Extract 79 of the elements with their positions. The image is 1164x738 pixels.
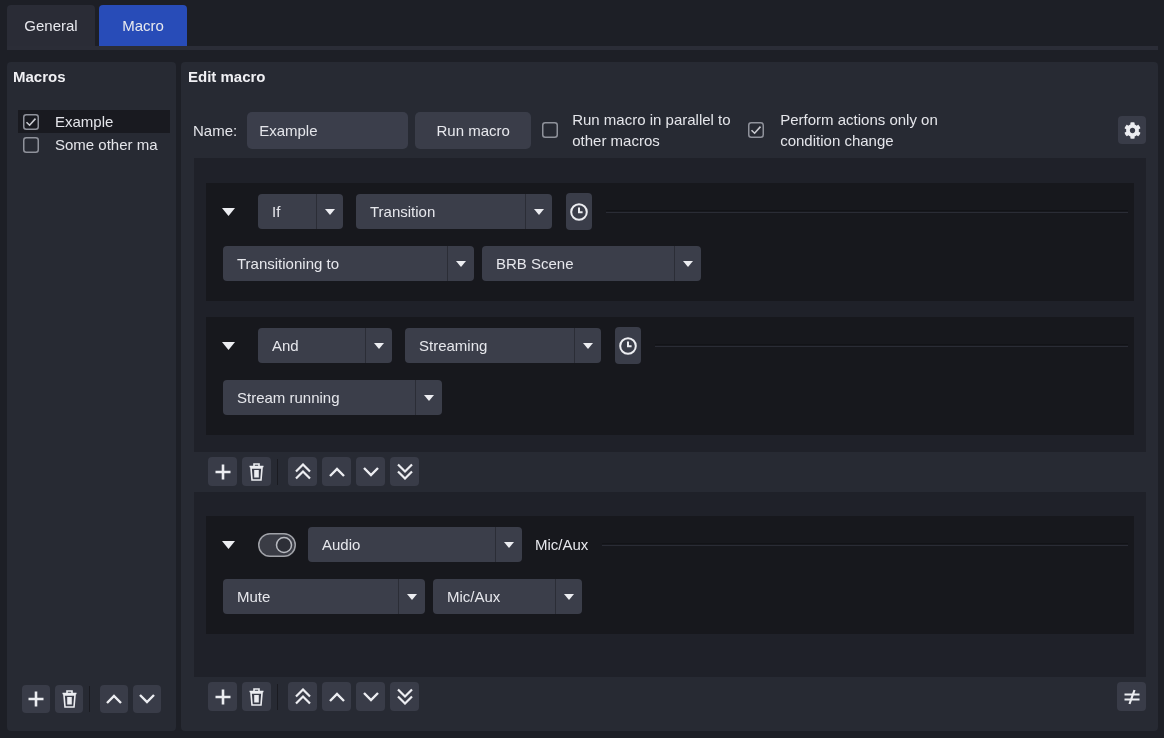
move-up-button[interactable]: [322, 457, 351, 486]
caret-down-icon: [456, 260, 466, 267]
caret-down-icon: [325, 208, 335, 215]
move-up-button[interactable]: [100, 684, 128, 713]
duration-button[interactable]: [615, 327, 641, 364]
caret-down-icon: [374, 342, 384, 349]
checkbox[interactable]: [542, 122, 559, 138]
checkbox[interactable]: [23, 136, 39, 153]
logic-dropdown[interactable]: And: [258, 328, 392, 363]
plus-icon: [214, 463, 231, 480]
add-button[interactable]: [22, 684, 50, 713]
move-down-button[interactable]: [356, 682, 385, 711]
condition-setting-dropdown[interactable]: BRB Scene: [482, 246, 701, 281]
add-button[interactable]: [208, 682, 237, 711]
caret-down-icon: [583, 342, 593, 349]
double-chevron-up-icon: [294, 688, 311, 705]
checkbox[interactable]: [23, 113, 39, 130]
settings-icon: [1123, 121, 1141, 139]
move-bottom-button[interactable]: [390, 457, 419, 486]
add-button[interactable]: [208, 457, 237, 486]
condition-type-dropdown[interactable]: Transition: [356, 194, 552, 229]
collapse-triangle-icon[interactable]: [222, 207, 235, 216]
chevron-down-icon: [362, 466, 379, 477]
tab[interactable]: General: [7, 5, 95, 46]
move-down-button[interactable]: [356, 457, 385, 486]
panel-title: Edit macro: [188, 68, 267, 86]
option-label: Run macro in parallel to other macros: [572, 110, 732, 151]
condition-setting-dropdown[interactable]: Transitioning to: [223, 246, 474, 281]
move-up-button[interactable]: [322, 682, 351, 711]
settings-button[interactable]: [1118, 116, 1146, 144]
split-toggle-button[interactable]: [1117, 682, 1146, 711]
panel-title: Macros: [12, 68, 67, 86]
chevron-up-icon: [328, 691, 345, 702]
action-type-dropdown[interactable]: Audio: [308, 527, 522, 562]
chevron-up-icon: [106, 693, 122, 704]
trash-icon: [249, 687, 264, 706]
action-setting-dropdown[interactable]: Mic/Aux: [433, 579, 582, 614]
toggle-switch[interactable]: [258, 532, 296, 557]
plus-icon: [214, 688, 231, 705]
checkbox[interactable]: [748, 122, 765, 138]
delete-button[interactable]: [242, 457, 271, 486]
chevron-down-icon: [139, 693, 155, 704]
action-summary: Mic/Aux: [535, 536, 589, 553]
caret-down-icon: [564, 593, 574, 600]
clock-icon: [619, 336, 637, 355]
collapse-triangle-icon[interactable]: [222, 540, 235, 549]
delete-button[interactable]: [242, 682, 271, 711]
macro-list-item[interactable]: Example: [18, 110, 170, 133]
caret-down-icon: [407, 593, 417, 600]
chevron-down-icon: [362, 691, 379, 702]
double-chevron-down-icon: [396, 463, 413, 480]
duration-button[interactable]: [566, 193, 592, 230]
move-top-button[interactable]: [288, 457, 317, 486]
caret-down-icon: [683, 260, 693, 267]
caret-down-icon: [424, 394, 434, 401]
caret-down-icon: [534, 208, 544, 215]
double-chevron-down-icon: [396, 688, 413, 705]
trash-icon: [249, 462, 264, 481]
chevron-up-icon: [328, 466, 345, 477]
logic-dropdown[interactable]: If: [258, 194, 343, 229]
condition-setting-dropdown[interactable]: Stream running: [223, 380, 442, 415]
action-setting-dropdown[interactable]: Mute: [223, 579, 425, 614]
tab[interactable]: Macro: [99, 5, 187, 46]
not-equal-icon: [1123, 688, 1140, 705]
move-top-button[interactable]: [288, 682, 317, 711]
condition-type-dropdown[interactable]: Streaming: [405, 328, 601, 363]
name-label: Name:: [193, 120, 238, 141]
delete-button[interactable]: [55, 684, 83, 713]
run-macro-button[interactable]: Run macro: [415, 111, 532, 149]
clock-icon: [570, 202, 588, 221]
move-down-button[interactable]: [133, 684, 161, 713]
name-field[interactable]: Example: [247, 111, 409, 149]
move-bottom-button[interactable]: [390, 682, 419, 711]
plus-icon: [28, 690, 44, 707]
option-label: Perform actions only on condition change: [780, 110, 939, 151]
collapse-triangle-icon[interactable]: [222, 341, 235, 350]
double-chevron-up-icon: [294, 463, 311, 480]
trash-icon: [61, 689, 77, 708]
caret-down-icon: [504, 541, 514, 548]
